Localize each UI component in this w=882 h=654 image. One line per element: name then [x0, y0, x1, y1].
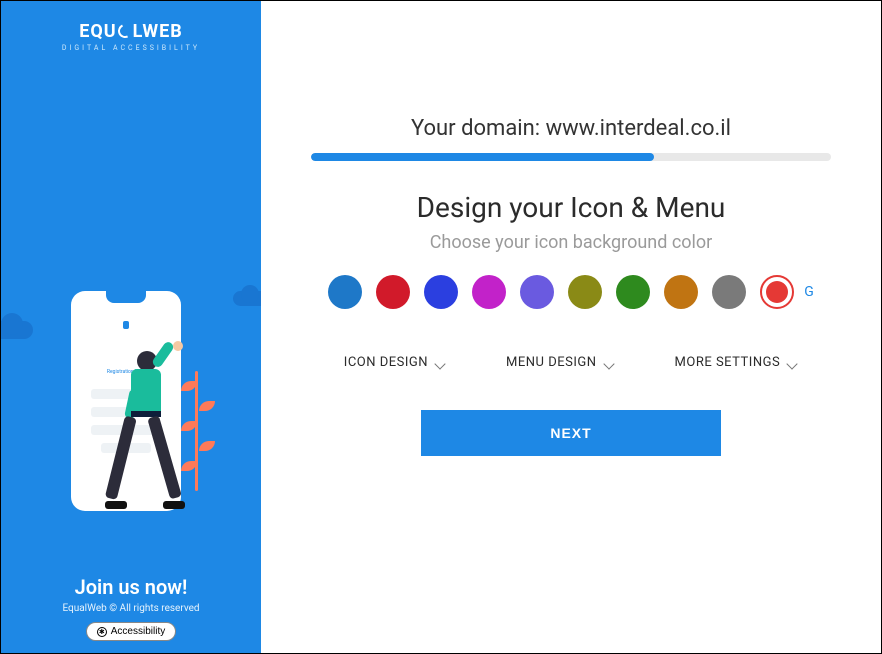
- domain-value: www.interdeal.co.il: [546, 116, 731, 141]
- dropdown-label: MENU DESIGN: [506, 355, 596, 370]
- brand-arc-icon: [116, 22, 134, 40]
- next-button[interactable]: NEXT: [421, 410, 721, 456]
- color-swatch-magenta[interactable]: [472, 275, 506, 309]
- domain-prefix: Your domain:: [411, 116, 546, 141]
- app-frame: EQU LWEB DIGITAL ACCESSIBILITY Registrati…: [0, 0, 882, 654]
- sidebar-illustration: Registration Now: [31, 281, 231, 541]
- color-swatch-indigo[interactable]: [424, 275, 458, 309]
- page-subtitle: Choose your icon background color: [430, 232, 713, 253]
- accessibility-icon: ✱: [97, 627, 107, 637]
- color-swatch-custom[interactable]: [760, 275, 794, 309]
- progress-bar: [311, 153, 831, 161]
- color-swatch-violet[interactable]: [520, 275, 554, 309]
- dropdown-label: ICON DESIGN: [344, 355, 428, 370]
- brand-tagline: DIGITAL ACCESSIBILITY: [62, 44, 200, 52]
- chevron-down-icon: [605, 358, 615, 368]
- brand-name: EQU LWEB: [62, 21, 200, 42]
- brand-logo: EQU LWEB DIGITAL ACCESSIBILITY: [62, 21, 200, 52]
- sidebar-footer: Join us now! EqualWeb © All rights reser…: [1, 575, 261, 641]
- chevron-down-icon: [436, 358, 446, 368]
- color-swatch-grey[interactable]: [712, 275, 746, 309]
- accessibility-label: Accessibility: [111, 626, 165, 637]
- color-swatch-blue[interactable]: [328, 275, 362, 309]
- icon-design-dropdown[interactable]: ICON DESIGN: [344, 355, 446, 370]
- person-illustration: [101, 351, 191, 541]
- chevron-down-icon: [788, 358, 798, 368]
- accessibility-button[interactable]: ✱ Accessibility: [86, 622, 176, 641]
- menu-design-dropdown[interactable]: MENU DESIGN: [506, 355, 614, 370]
- trailing-letter: G: [804, 284, 814, 300]
- dropdown-label: MORE SETTINGS: [675, 355, 781, 370]
- page-title: Design your Icon & Menu: [417, 191, 726, 224]
- main-panel: Your domain: www.interdeal.co.il Design …: [261, 1, 881, 653]
- color-swatch-orange[interactable]: [664, 275, 698, 309]
- sidebar: EQU LWEB DIGITAL ACCESSIBILITY Registrati…: [1, 1, 261, 653]
- copyright-text: EqualWeb © All rights reserved: [1, 603, 261, 614]
- decorative-cloud: [233, 291, 261, 306]
- progress-fill: [311, 153, 654, 161]
- domain-line: Your domain: www.interdeal.co.il: [411, 116, 731, 141]
- brand-name-post: LWEB: [133, 21, 183, 42]
- color-swatch-green[interactable]: [616, 275, 650, 309]
- color-swatch-red[interactable]: [376, 275, 410, 309]
- more-settings-dropdown[interactable]: MORE SETTINGS: [675, 355, 799, 370]
- dropdown-row: ICON DESIGN MENU DESIGN MORE SETTINGS: [344, 355, 798, 370]
- color-swatch-olive[interactable]: [568, 275, 602, 309]
- join-heading: Join us now!: [1, 575, 261, 599]
- decorative-cloud: [1, 321, 33, 339]
- color-swatches: G: [328, 275, 814, 309]
- brand-name-pre: EQU: [79, 21, 116, 42]
